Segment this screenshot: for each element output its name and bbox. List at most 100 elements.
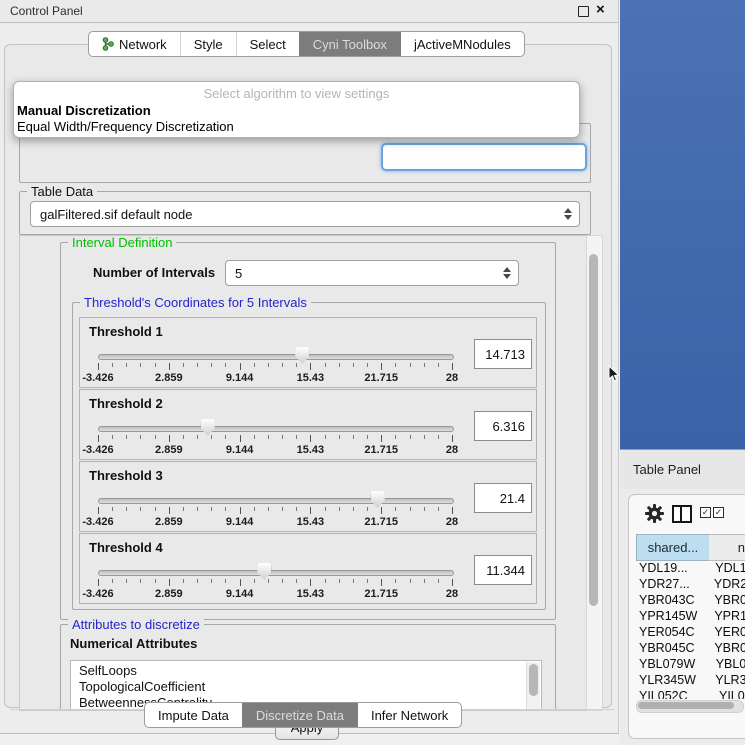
tab-jactivemnodules[interactable]: jActiveMNodules <box>400 32 524 56</box>
tick-mark <box>225 507 226 511</box>
table-scrollbar-thumb[interactable] <box>638 702 734 709</box>
tab-network[interactable]: Network <box>89 32 180 56</box>
threshold-label: Threshold 3 <box>89 468 163 483</box>
threshold-value-field[interactable]: 6.316 <box>474 411 532 441</box>
tick-mark <box>424 507 425 511</box>
tick-mark <box>183 507 184 511</box>
column-header-shared-name[interactable]: shared... <box>636 534 710 561</box>
tick-mark <box>169 579 170 586</box>
slider-track[interactable] <box>98 354 454 360</box>
slider-thumb[interactable] <box>257 563 271 580</box>
tick-mark <box>225 363 226 367</box>
tab-select[interactable]: Select <box>236 32 299 56</box>
network-icon <box>102 37 114 51</box>
slider-thumb[interactable] <box>371 491 385 508</box>
table-row[interactable]: YDR27...YDR2 <box>636 577 745 593</box>
table-row[interactable]: YDL19...YDL1 <box>636 561 745 577</box>
float-window-icon[interactable] <box>578 6 589 17</box>
table-row[interactable]: YLR345WYLR3 <box>636 673 745 689</box>
tick-mark <box>197 579 198 583</box>
table-row[interactable]: YBR043CYBR0 <box>636 593 745 609</box>
cell-shared-name: YBL079W <box>636 657 712 673</box>
tab-cyni-toolbox[interactable]: Cyni Toolbox <box>299 32 400 56</box>
slider-thumb[interactable] <box>201 419 215 436</box>
cell-shared-name: YER054C <box>636 625 710 641</box>
slider-thumb[interactable] <box>295 347 309 364</box>
tick-mark <box>183 579 184 583</box>
checkbox-icon[interactable]: ✓ <box>713 507 724 518</box>
attribute-item-topologicalcoefficient[interactable]: TopologicalCoefficient <box>71 679 541 695</box>
tab-discretize-data[interactable]: Discretize Data <box>242 703 357 727</box>
tick-mark <box>126 435 127 439</box>
tab-style[interactable]: Style <box>180 32 236 56</box>
threshold-value-field[interactable]: 14.713 <box>474 339 532 369</box>
threshold-panel-2: Threshold 2-3.4262.8599.14415.4321.71528… <box>79 389 537 460</box>
tab-impute-data[interactable]: Impute Data <box>145 703 242 727</box>
column-header-name[interactable]: name <box>709 534 745 561</box>
tick-mark <box>254 507 255 511</box>
tick-label: 28 <box>446 516 458 528</box>
tick-mark <box>410 507 411 511</box>
table-data-combobox[interactable]: galFiltered.sif default node <box>30 201 580 227</box>
settings-scrollbar-thumb[interactable] <box>589 254 598 606</box>
tick-mark <box>310 579 311 586</box>
cell-name: YDR2 <box>710 577 745 593</box>
table-row[interactable]: YER054CYER0 <box>636 625 745 641</box>
combo-stepper-icon <box>564 208 572 220</box>
tick-mark <box>169 435 170 442</box>
tick-mark <box>112 579 113 583</box>
number-of-intervals-combobox[interactable]: 5 <box>225 260 519 286</box>
tab-label: Network <box>119 37 167 52</box>
attributes-scrollbar[interactable] <box>526 662 540 710</box>
algorithm-combobox[interactable] <box>381 143 587 171</box>
tick-label: -3.426 <box>82 588 113 600</box>
tick-mark <box>325 435 326 439</box>
tick-mark <box>438 507 439 511</box>
tick-mark <box>240 507 241 514</box>
settings-vertical-scrollbar[interactable] <box>586 235 603 711</box>
algorithm-option-manual-discretization[interactable]: Manual Discretization <box>14 103 579 119</box>
tick-mark <box>240 579 241 586</box>
table-row[interactable]: YIL052CYIL0 <box>636 689 745 699</box>
table-row[interactable]: YBL079WYBL0 <box>636 657 745 673</box>
table-row[interactable]: YPR145WYPR1 <box>636 609 745 625</box>
table-row[interactable]: YBR045CYBR0 <box>636 641 745 657</box>
split-view-icon[interactable] <box>672 505 692 523</box>
slider-track[interactable] <box>98 426 454 432</box>
tick-label: 9.144 <box>226 444 254 456</box>
tick-mark <box>339 579 340 583</box>
threshold-value-field[interactable]: 21.4 <box>474 483 532 513</box>
algorithm-option-equal-width-frequency-discretization[interactable]: Equal Width/Frequency Discretization <box>14 119 579 135</box>
tick-label: 9.144 <box>226 588 254 600</box>
cell-name: YIL0 <box>715 689 745 699</box>
tick-mark <box>197 507 198 511</box>
tick-mark <box>155 579 156 583</box>
tick-label: -3.426 <box>82 444 113 456</box>
tab-infer-network[interactable]: Infer Network <box>357 703 461 727</box>
table-horizontal-scrollbar[interactable] <box>636 700 744 713</box>
cell-name: YDL1 <box>711 561 745 577</box>
close-icon[interactable]: × <box>596 1 605 18</box>
tick-mark <box>325 507 326 511</box>
tick-mark <box>282 579 283 583</box>
cell-name: YBR0 <box>710 593 745 609</box>
checkbox-icon[interactable]: ✓ <box>700 507 711 518</box>
tick-mark <box>424 363 425 367</box>
tick-mark <box>140 363 141 367</box>
tick-mark <box>395 579 396 583</box>
threshold-value-field[interactable]: 11.344 <box>474 555 532 585</box>
gear-icon[interactable] <box>645 504 664 523</box>
tick-labels: -3.4262.8599.14415.4321.71528 <box>98 588 453 600</box>
attribute-item-selfloops[interactable]: SelfLoops <box>71 663 541 679</box>
slider-track[interactable] <box>98 498 454 504</box>
numerical-attributes-heading: Numerical Attributes <box>70 636 197 651</box>
tick-mark <box>211 579 212 583</box>
tick-mark <box>282 435 283 439</box>
tick-label: 28 <box>446 372 458 384</box>
attributes-scrollbar-thumb[interactable] <box>529 664 538 696</box>
tick-mark <box>240 435 241 442</box>
slider-track[interactable] <box>98 570 454 576</box>
tick-mark <box>395 435 396 439</box>
thresholds-group: Threshold's Coordinates for 5 Intervals … <box>72 302 546 610</box>
tick-mark <box>98 363 99 370</box>
